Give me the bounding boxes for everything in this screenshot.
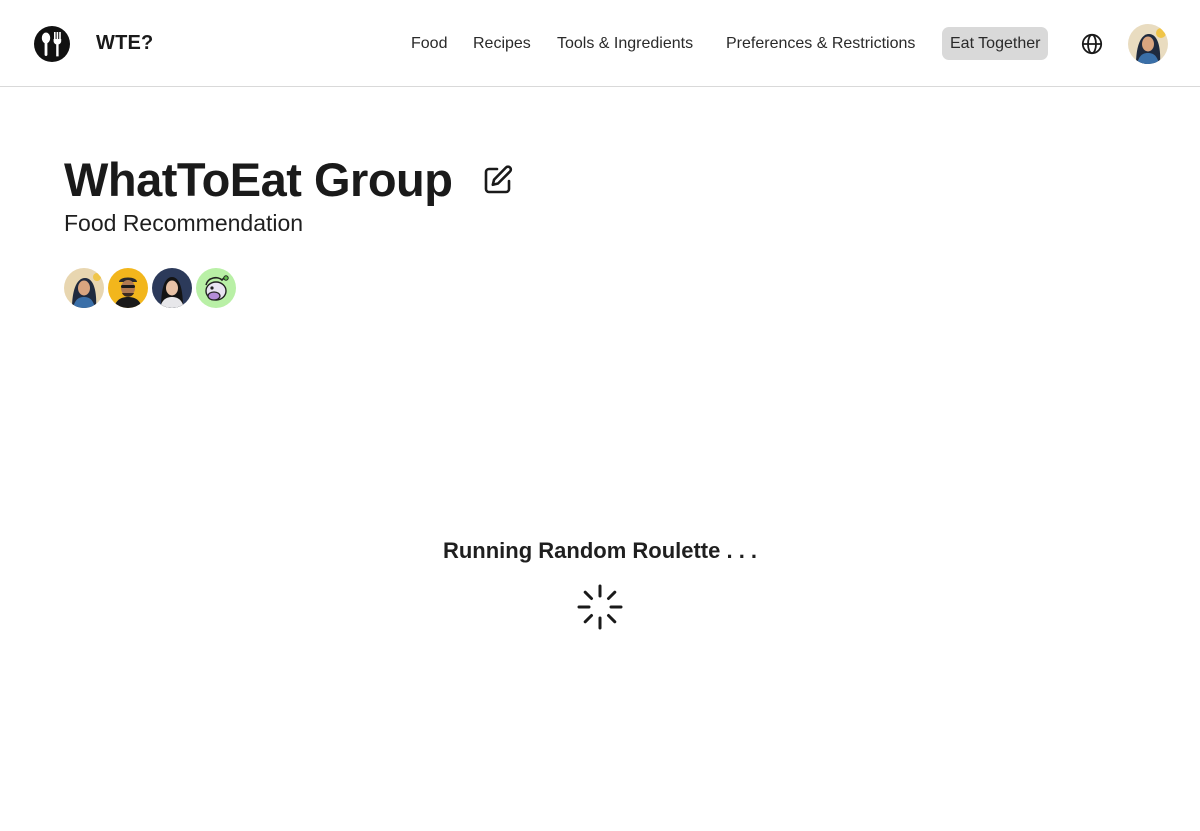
nav-food[interactable]: Food xyxy=(411,27,447,60)
nav-eat-together[interactable]: Eat Together xyxy=(942,27,1049,60)
nav-recipes[interactable]: Recipes xyxy=(473,27,531,60)
user-avatar[interactable] xyxy=(1128,24,1168,64)
member-avatar-2[interactable] xyxy=(108,268,148,308)
status-message: Running Random Roulette . . . xyxy=(442,538,758,563)
member-avatar-1[interactable] xyxy=(64,268,104,308)
edit-icon[interactable] xyxy=(482,164,514,196)
main-nav: Food Recipes Tools & Ingredients Prefere… xyxy=(0,27,1200,61)
nav-tools-ingredients[interactable]: Tools & Ingredients xyxy=(557,27,693,60)
group-title-row: WhatToEat Group xyxy=(64,150,453,210)
globe-icon[interactable] xyxy=(1081,33,1103,55)
page-title: WhatToEat Group xyxy=(64,153,453,206)
page-subtitle: Food Recommendation xyxy=(64,210,304,236)
member-avatar-3[interactable] xyxy=(152,268,192,308)
loading-spinner-icon xyxy=(577,584,623,630)
top-nav-bar: WTE? Food Recipes Tools & Ingredients Pr… xyxy=(0,0,1200,87)
nav-preferences-restrictions[interactable]: Preferences & Restrictions xyxy=(726,27,915,60)
member-avatar-4[interactable] xyxy=(196,268,236,308)
